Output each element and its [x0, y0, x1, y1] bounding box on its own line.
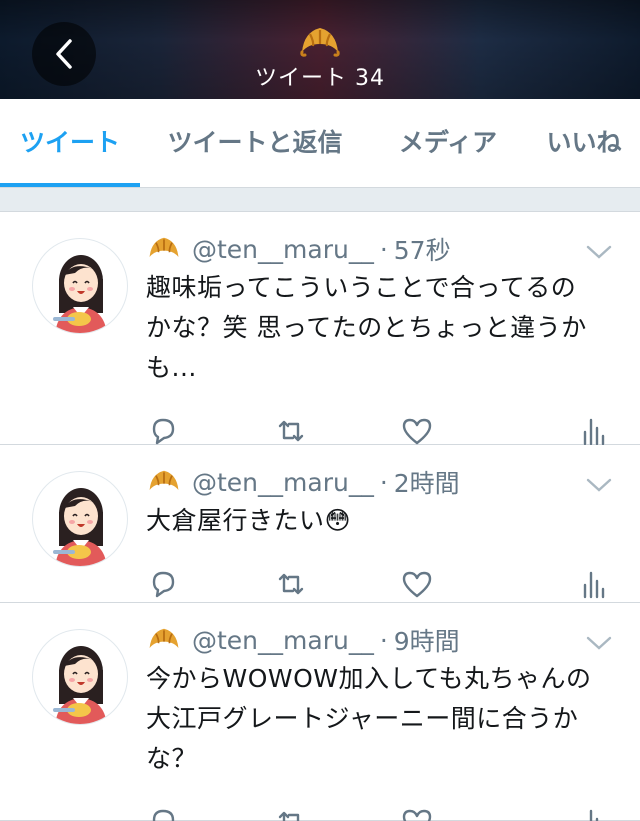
section-divider [0, 188, 640, 212]
timestamp[interactable]: 9時間 [394, 622, 460, 658]
tweet-text-line: な？ [146, 744, 198, 773]
avatar[interactable] [32, 238, 128, 334]
tweet-text-line: 今からWOWOW加入しても丸ちゃんの [146, 664, 592, 693]
tweet-item[interactable]: @ten__maru__ · 9時間 今からWOWOW加入しても丸ちゃんの 大江戸グレー… [0, 603, 640, 821]
tweet-text: 今からWOWOW加入しても丸ちゃんの 大江戸グレートジャーニー間に合うか な？ [146, 659, 616, 779]
tweet-text-line: 大江戸グレートジャーニー間に合うか [146, 704, 579, 733]
retweet-icon[interactable] [274, 567, 308, 601]
separator-dot: · [379, 467, 388, 497]
tweet-text: 趣味垢ってこういうことで合ってるの かな？笑 思ってたのとちょっと違うか も... [146, 268, 616, 388]
user-handle[interactable]: @ten__maru__ [192, 235, 374, 264]
reply-icon[interactable] [146, 414, 180, 448]
avatar-illustration [53, 646, 107, 724]
tweet-actions [146, 414, 616, 448]
user-handle[interactable]: @ten__maru__ [192, 468, 374, 497]
tweet-meta: @ten__maru__ · 57秒 [146, 232, 451, 266]
separator-dot: · [379, 625, 388, 655]
avatar[interactable] [32, 629, 128, 725]
heart-icon[interactable] [400, 414, 434, 448]
tweet-text-line: も... [146, 353, 197, 382]
user-handle[interactable]: @ten__maru__ [192, 626, 374, 655]
tweet-item[interactable]: @ten__maru__ · 57秒 趣味垢ってこういうことで合ってるの かな？笑 思っ… [0, 212, 640, 448]
croissant-icon [300, 28, 340, 57]
avatar-illustration [53, 255, 107, 333]
tweet-text: 大倉屋行きたい😳 [146, 501, 616, 541]
avatar[interactable] [32, 471, 128, 567]
avatar-illustration [53, 488, 107, 566]
tab-media[interactable]: メディア [384, 99, 512, 188]
tab-tweets[interactable]: ツイート [0, 99, 140, 188]
tab-likes[interactable]: いいね [536, 99, 632, 188]
chevron-down-icon[interactable] [584, 633, 614, 653]
tweet-meta: @ten__maru__ · 2時間 [146, 465, 460, 499]
tweet-text-line: 趣味垢ってこういうことで合ってるの [146, 273, 577, 302]
analytics-icon[interactable] [576, 414, 610, 448]
tweet-actions [146, 567, 616, 601]
retweet-icon[interactable] [274, 805, 308, 821]
chevron-down-icon[interactable] [584, 475, 614, 495]
croissant-icon [149, 237, 179, 257]
croissant-icon [149, 628, 179, 648]
reply-icon[interactable] [146, 567, 180, 601]
profile-header: ツイート 34 [0, 0, 640, 99]
heart-icon[interactable] [400, 805, 434, 821]
tweet-text-line: 大倉屋行きたい😳 [146, 506, 352, 535]
separator-dot: · [379, 234, 388, 264]
reply-icon[interactable] [146, 805, 180, 821]
timestamp[interactable]: 2時間 [394, 464, 460, 500]
heart-icon[interactable] [400, 567, 434, 601]
tweet-item[interactable]: @ten__maru__ · 2時間大倉屋行きたい😳 [0, 445, 640, 603]
tweet-meta: @ten__maru__ · 9時間 [146, 623, 460, 657]
profile-tabs: ツイート ツイートと返信 メディア いいね [0, 99, 640, 188]
tweet-actions [146, 805, 616, 821]
retweet-icon[interactable] [274, 414, 308, 448]
analytics-icon[interactable] [576, 805, 610, 821]
tweet-text-line: かな？笑 思ってたのとちょっと違うか [146, 313, 587, 342]
timestamp[interactable]: 57秒 [394, 231, 451, 267]
active-tab-indicator [0, 183, 140, 187]
analytics-icon[interactable] [576, 567, 610, 601]
tab-tweets-and-replies[interactable]: ツイートと返信 [150, 99, 360, 188]
chevron-down-icon[interactable] [584, 242, 614, 262]
tweet-count-title: ツイート 34 [255, 66, 385, 91]
croissant-icon [149, 470, 179, 490]
